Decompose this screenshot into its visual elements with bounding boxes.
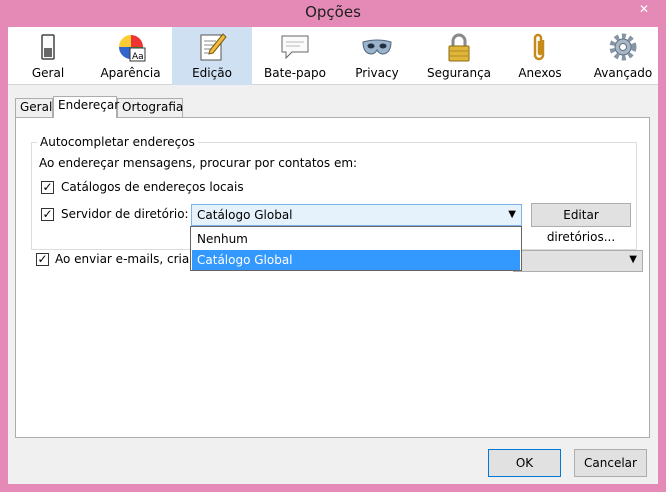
toolbar-label: Segurança: [426, 66, 492, 80]
directory-dropdown-list: Nenhum Catálogo Global: [190, 226, 522, 271]
toolbar-label: Aparência: [100, 66, 161, 80]
dropdown-option-catalogo-global[interactable]: Catálogo Global: [192, 250, 520, 270]
switch-icon: [41, 34, 55, 60]
send-option-label: Ao enviar e-mails, criar c: [55, 252, 205, 266]
toolbar-item-edicao[interactable]: Edição: [172, 27, 252, 85]
close-button[interactable]: ✕: [630, 1, 658, 18]
intro-text: Ao endereçar mensagens, procurar por con…: [39, 156, 358, 170]
toolbar-item-seguranca[interactable]: Segurança: [422, 27, 496, 85]
send-option-checkbox[interactable]: ✓: [36, 253, 49, 266]
padlock-icon: [448, 33, 470, 62]
toolbar-item-geral[interactable]: Geral: [8, 27, 88, 85]
chat-icon: [281, 35, 309, 60]
local-catalogs-label: Catálogos de endereços locais: [61, 180, 244, 194]
local-catalogs-checkbox[interactable]: ✓: [41, 181, 54, 194]
toolbar-label: Privacy: [355, 66, 399, 80]
toolbar-item-bate-papo[interactable]: Bate-papo: [258, 27, 332, 85]
svg-text:Aa: Aa: [132, 52, 144, 62]
dropdown-option-nenhum[interactable]: Nenhum: [192, 229, 520, 249]
options-dialog: Geral Aa Aparência Edição Bate-papo Priv…: [8, 27, 658, 484]
directory-server-label: Servidor de diretório:: [61, 207, 189, 221]
paperclip-icon: [533, 33, 545, 61]
toolbar-label: Edição: [192, 66, 232, 80]
edit-directories-button[interactable]: Editar diretórios...: [531, 203, 631, 244]
directory-server-select[interactable]: Catálogo Global ▼: [191, 204, 522, 226]
category-toolbar: Geral Aa Aparência Edição Bate-papo Priv…: [8, 27, 658, 85]
send-option-select[interactable]: ▼: [513, 250, 643, 272]
toolbar-label: Geral: [31, 66, 65, 80]
tab-geral[interactable]: Geral: [15, 98, 53, 117]
window-title: Opções: [305, 3, 361, 21]
chevron-down-icon: ▼: [508, 209, 516, 220]
group-legend: Autocompletar endereços: [37, 135, 198, 149]
select-value: Catálogo Global: [197, 208, 293, 222]
mask-icon: [362, 39, 392, 55]
tab-panel: Autocompletar endereços Ao endereçar men…: [15, 117, 650, 438]
toolbar-item-anexos[interactable]: Anexos: [510, 27, 570, 85]
tab-ortografia[interactable]: Ortografia: [117, 98, 183, 117]
ok-button[interactable]: OK: [488, 449, 561, 477]
edit-icon: [200, 33, 227, 61]
toolbar-item-aparencia[interactable]: Aa Aparência: [94, 27, 167, 85]
toolbar-item-avancado[interactable]: Avançado: [588, 27, 658, 85]
title-bar: Opções ✕: [0, 0, 666, 27]
toolbar-label: Bate-papo: [264, 66, 326, 80]
palette-icon: Aa: [118, 35, 145, 62]
toolbar-label: Avançado: [593, 66, 653, 80]
tab-enderecar[interactable]: Endereçar: [53, 96, 119, 118]
toolbar-item-privacy[interactable]: Privacy: [346, 27, 408, 85]
toolbar-label: Anexos: [518, 66, 562, 80]
chevron-down-icon: ▼: [629, 254, 637, 265]
gear-icon: [609, 33, 637, 61]
directory-server-checkbox[interactable]: ✓: [41, 208, 54, 221]
cancel-button[interactable]: Cancelar: [574, 449, 647, 477]
